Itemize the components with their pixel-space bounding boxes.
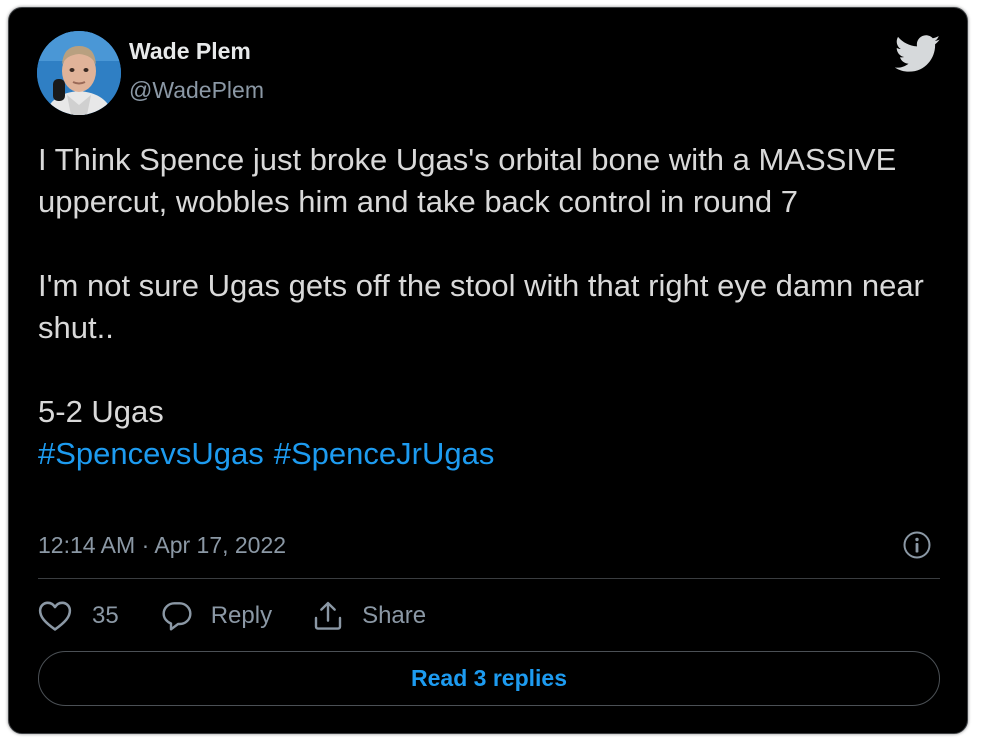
share-button[interactable]: Share: [312, 600, 426, 632]
reply-icon: [162, 602, 192, 631]
share-icon: [314, 601, 342, 630]
read-replies-button[interactable]: Read 3 replies: [38, 651, 940, 706]
tweet-paragraph: I Think Spence just broke Ugas's orbital…: [38, 142, 897, 219]
author-avatar[interactable]: [37, 31, 121, 115]
share-label: Share: [362, 602, 427, 629]
divider: [38, 578, 940, 579]
tweet-paragraph: I'm not sure Ugas gets off the stool wit…: [38, 268, 924, 345]
tweet-score-line: 5-2 Ugas: [38, 394, 164, 429]
tweet-body: I Think Spence just broke Ugas's orbital…: [38, 139, 938, 475]
reply-button[interactable]: Reply: [161, 600, 272, 632]
tweet-hashtags: #SpencevsUgas #SpenceJrUgas: [38, 433, 938, 475]
hashtag-link[interactable]: #SpenceJrUgas: [274, 436, 495, 471]
like-count: 35: [92, 602, 119, 629]
tweet-timestamp[interactable]: 12:14 AM · Apr 17, 2022: [38, 532, 286, 559]
author-handle[interactable]: @WadePlem: [129, 77, 264, 104]
tweet-card: Wade Plem @WadePlem I Think Spence just …: [8, 7, 968, 734]
twitter-bird-icon[interactable]: [894, 35, 941, 73]
heart-icon: [38, 601, 72, 631]
like-button[interactable]: 35: [38, 600, 119, 632]
author-display-name[interactable]: Wade Plem: [129, 38, 251, 65]
action-bar: 35 Reply Share: [38, 598, 426, 634]
hashtag-link[interactable]: #SpencevsUgas: [38, 436, 264, 471]
reply-label: Reply: [210, 602, 273, 629]
info-icon[interactable]: [903, 531, 931, 559]
avatar-image: [37, 31, 121, 115]
